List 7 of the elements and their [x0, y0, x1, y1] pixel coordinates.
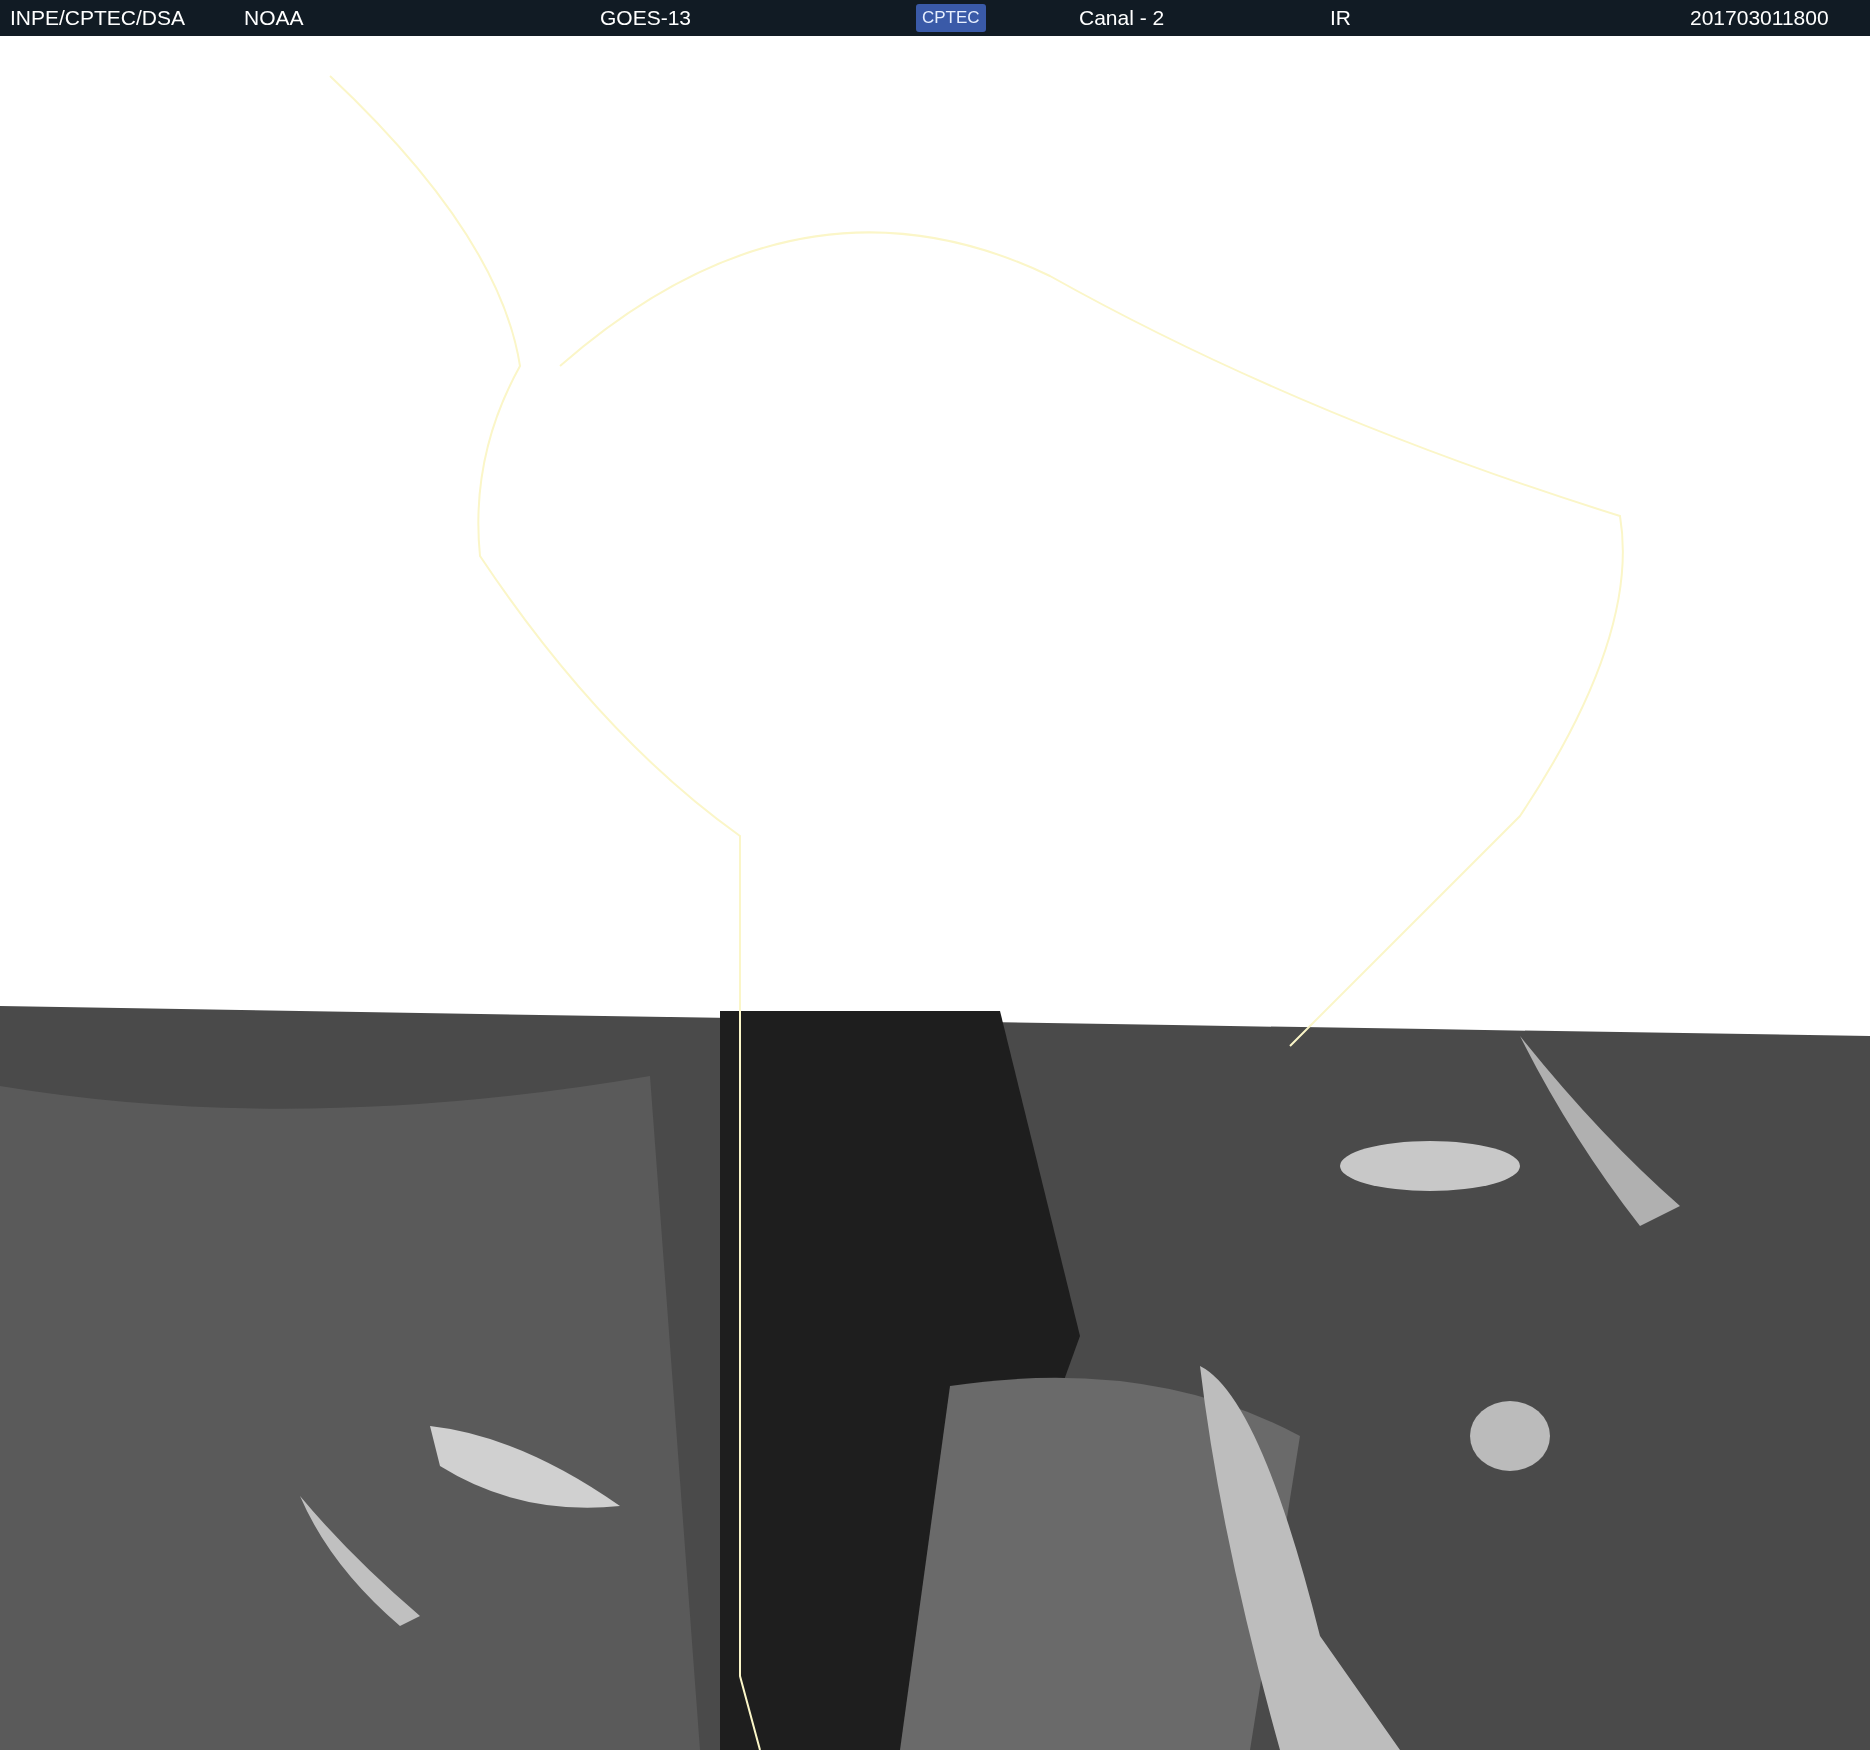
timestamp-label: 201703011800: [1690, 6, 1829, 30]
agency-label: INPE/CPTEC/DSA: [10, 6, 186, 30]
channel-label: Canal - 2: [1079, 6, 1165, 30]
band-label: IR: [1330, 6, 1351, 30]
logo-badge: CPTEC: [916, 4, 986, 32]
agency-label: NOAA: [244, 6, 304, 30]
satellite-label: GOES-13: [600, 6, 692, 30]
